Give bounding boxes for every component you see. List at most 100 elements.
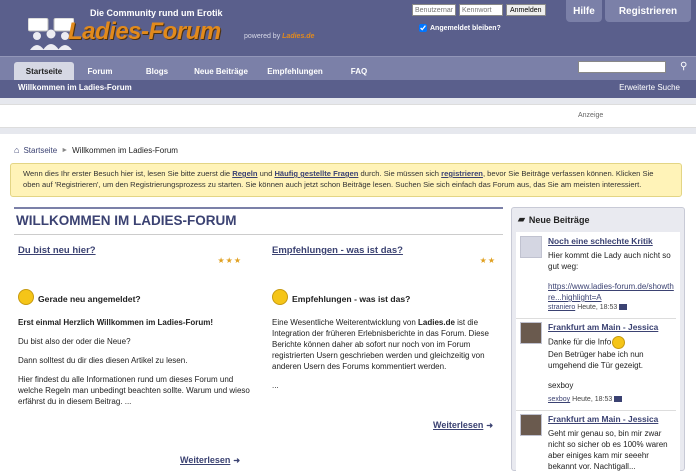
breadcrumb-current: Willkommen im Ladies-Forum	[72, 145, 178, 155]
welcome-title: WILLKOMMEN IM LADIES-FORUM	[16, 213, 237, 228]
home-icon[interactable]: ⌂	[14, 145, 19, 155]
post-title[interactable]: Frankfurt am Main - Jessica	[548, 322, 658, 332]
read-more-label: Weiterlesen	[180, 455, 231, 465]
post-text: Den Betrüger habe ich nun umgehend die T…	[548, 350, 644, 370]
welcome-panel: WILLKOMMEN IM LADIES-FORUM Du bist neu h…	[14, 207, 503, 471]
post-excerpt: Danke für die Info Den Betrüger habe ich…	[548, 336, 676, 391]
faq-link[interactable]: Häufig gestellte Fragen	[274, 169, 358, 178]
avatar[interactable]	[520, 414, 542, 436]
post-link[interactable]: https://www.ladies-forum.de/showthre...h…	[548, 282, 674, 302]
post-time: Heute, 18:53	[577, 304, 618, 311]
post-meta: straniero Heute, 18:53	[548, 304, 628, 311]
arrow-right-icon: ➜	[486, 421, 494, 430]
article-paragraph: Hier findest du alle Informationen rund …	[18, 375, 250, 406]
powered-by-label: powered by	[244, 33, 281, 40]
article-recommendations: Empfehlungen - was ist das? ★★ Empfehlun…	[272, 245, 504, 471]
post-title[interactable]: Frankfurt am Main - Jessica	[548, 414, 658, 424]
read-more-link[interactable]: Weiterlesen ➜	[180, 455, 240, 465]
search-icon[interactable]: ⚲	[680, 61, 692, 73]
post-text: Danke für die Info	[548, 337, 612, 347]
article-subtitle: Empfehlungen - was ist das?	[292, 294, 411, 304]
tab-neue-beitraege[interactable]: Neue Beiträge	[188, 62, 254, 81]
search-input[interactable]	[578, 61, 666, 73]
post-author[interactable]: sexboy	[548, 396, 570, 403]
divider	[14, 234, 503, 235]
article-text: Eine Wesentliche Weiterentwicklung von	[272, 318, 418, 327]
read-more-link[interactable]: Weiterlesen ➜	[433, 420, 493, 430]
article-title[interactable]: Du bist neu hier?	[18, 245, 96, 256]
breadcrumb-separator-icon: ►	[61, 146, 69, 154]
post-text: sexboy	[548, 381, 574, 390]
list-item: Frankfurt am Main - Jessica Danke für di…	[518, 320, 678, 406]
rating-stars-icon: ★★★	[217, 256, 242, 265]
smiley-icon	[612, 336, 626, 349]
article-new-here: Du bist neu hier? ★★★ Gerade neu angemel…	[18, 245, 250, 471]
remember-label: Angemeldet bleiben?	[430, 24, 501, 32]
divider	[516, 318, 676, 319]
main-navbar: Startseite Forum Blogs Neue Beiträge Emp…	[0, 56, 696, 81]
notice-text-3: durch. Sie müssen sich	[358, 169, 442, 178]
list-item: Noch eine schlechte Kritik Hier kommt di…	[518, 234, 678, 314]
post-title[interactable]: Noch eine schlechte Kritik	[548, 236, 653, 246]
brand-name[interactable]: Ladies-Forum	[68, 18, 221, 46]
avatar[interactable]	[520, 236, 542, 258]
register-button[interactable]: Registrieren	[605, 0, 691, 22]
subnav-welcome-link[interactable]: Willkommen im Ladies-Forum	[18, 83, 132, 92]
register-link[interactable]: registrieren	[441, 169, 483, 178]
notice-text-2: und	[257, 169, 275, 178]
arrow-right-icon: ➜	[233, 456, 241, 465]
password-input[interactable]	[459, 4, 503, 16]
post-excerpt: Hier kommt die Lady auch nicht so gut we…	[548, 250, 676, 303]
tab-startseite[interactable]: Startseite	[14, 62, 74, 81]
smiley-icon	[18, 289, 34, 305]
article-paragraph: Erst einmal Herzlich Willkommen im Ladie…	[18, 318, 214, 327]
divider	[516, 410, 676, 411]
site-header: Die Community rund um Erotik Ladies-Foru…	[0, 0, 696, 56]
advanced-search-link[interactable]: Erweiterte Suche	[619, 83, 680, 92]
go-to-post-icon[interactable]	[614, 396, 623, 403]
go-to-post-icon[interactable]	[619, 304, 628, 311]
post-time: Heute, 18:53	[572, 396, 613, 403]
article-subtitle: Gerade neu angemeldet?	[38, 294, 141, 304]
new-posts-sidebar: ▰ Neue Beiträge Noch eine schlechte Krit…	[511, 207, 685, 471]
powered-by-brand[interactable]: Ladies.de	[282, 33, 314, 40]
post-text: Hier kommt die Lady auch nicht so gut we…	[548, 251, 671, 271]
post-author[interactable]: straniero	[548, 304, 575, 311]
list-item: Frankfurt am Main - Jessica Geht mir gen…	[518, 412, 678, 471]
tab-empfehlungen[interactable]: Empfehlungen	[260, 62, 330, 81]
rating-stars-icon: ★★	[479, 256, 496, 265]
sidebar-post-list: Noch eine schlechte Kritik Hier kommt di…	[516, 232, 680, 471]
ad-bar: Anzeige	[0, 104, 696, 128]
article-paragraph: Dann solltest du dir dies diesen Artikel…	[18, 356, 188, 365]
tagline: Die Community rund um Erotik	[90, 8, 223, 18]
article-body: Eine Wesentliche Weiterentwicklung von L…	[272, 317, 504, 399]
article-paragraph: Du bist also der oder die Neue?	[18, 337, 131, 346]
article-brand: Ladies.de	[418, 318, 455, 327]
article-body: Erst einmal Herzlich Willkommen im Ladie…	[18, 317, 250, 415]
article-paragraph: ...	[272, 381, 279, 390]
avatar[interactable]	[520, 322, 542, 344]
ad-label: Anzeige	[578, 112, 604, 119]
remember-checkbox[interactable]	[419, 24, 427, 32]
remember-me[interactable]: Angemeldet bleiben?	[419, 24, 501, 32]
post-meta: sexboy Heute, 18:53	[548, 396, 623, 403]
login-button[interactable]: Anmelden	[506, 4, 546, 16]
sub-navbar: Willkommen im Ladies-Forum Erweiterte Su…	[0, 80, 696, 98]
tab-faq[interactable]: FAQ	[338, 62, 380, 81]
username-input[interactable]	[412, 4, 456, 16]
post-excerpt: Geht mir genau so, bin mir zwar nicht so…	[548, 429, 668, 471]
login-form: Anmelden	[412, 2, 552, 18]
tab-blogs[interactable]: Blogs	[134, 62, 180, 81]
read-more-label: Weiterlesen	[433, 420, 484, 430]
breadcrumb: ⌂ Startseite ► Willkommen im Ladies-Foru…	[14, 145, 178, 155]
guest-notice: Wenn dies Ihr erster Besuch hier ist, le…	[10, 163, 682, 197]
divider	[14, 207, 503, 209]
powered-by: powered by Ladies.de	[244, 33, 314, 40]
rules-link[interactable]: Regeln	[232, 169, 257, 178]
help-button[interactable]: Hilfe	[566, 0, 602, 22]
tab-forum[interactable]: Forum	[78, 62, 122, 81]
article-title[interactable]: Empfehlungen - was ist das?	[272, 245, 403, 256]
smiley-icon	[272, 289, 288, 305]
main-content: ⌂ Startseite ► Willkommen im Ladies-Foru…	[0, 134, 696, 471]
breadcrumb-home[interactable]: Startseite	[23, 146, 57, 155]
